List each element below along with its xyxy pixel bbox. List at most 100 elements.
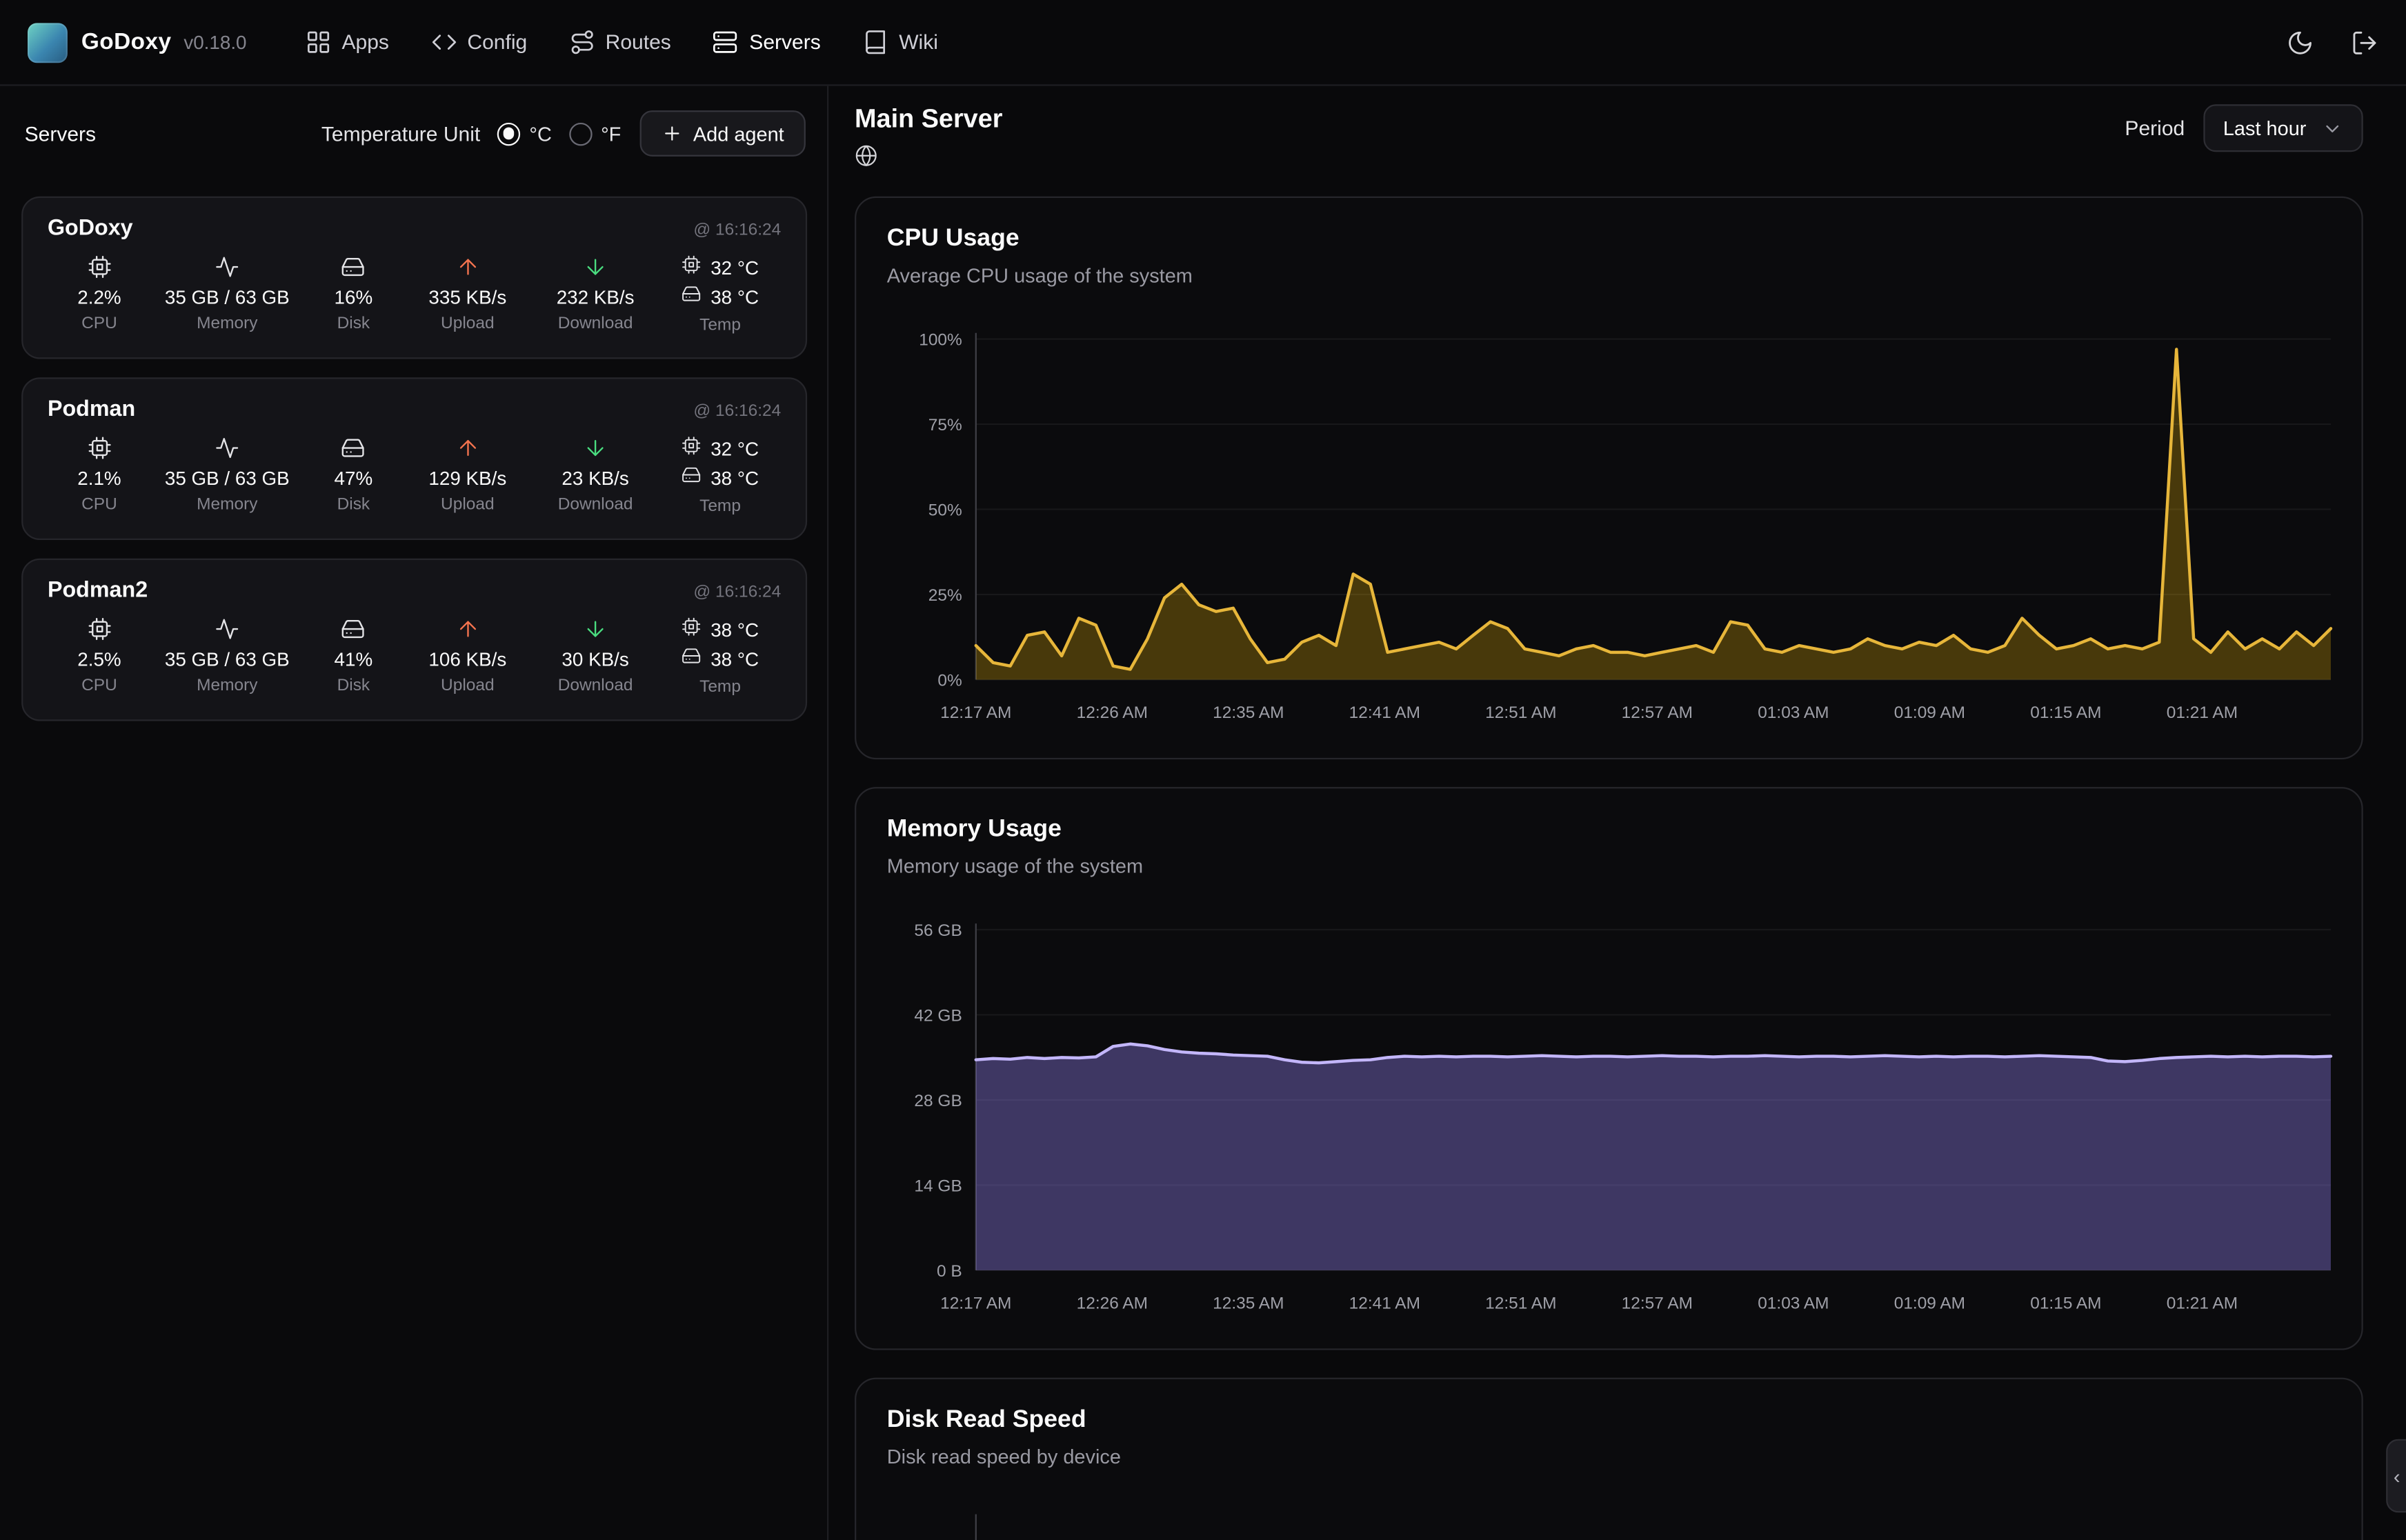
svg-text:56 GB: 56 GB: [914, 921, 962, 940]
period-label: Period: [2125, 117, 2185, 139]
cpu-chip-icon: [87, 254, 112, 281]
logout-icon[interactable]: [2351, 28, 2378, 56]
download-stat: 23 KB/s Download: [531, 436, 659, 514]
disk-value: 16%: [335, 287, 373, 308]
main-content: Main Server Period Last hour CPU Usage A…: [828, 86, 2406, 1540]
nav-label: Wiki: [899, 30, 938, 53]
topbar: GoDoxy v0.18.0 Apps Config Routes Server…: [0, 0, 2406, 86]
arrow-up-icon: [455, 254, 480, 281]
chart-title: CPU Usage: [887, 226, 2331, 253]
memory-stat: 35 GB / 63 GB Memory: [151, 436, 304, 514]
svg-text:01:21 AM: 01:21 AM: [2167, 1294, 2238, 1312]
theme-toggle-moon-icon[interactable]: [2287, 28, 2314, 56]
upload-stat: 106 KB/s Upload: [404, 617, 531, 694]
server-card-godoxy[interactable]: GoDoxy @ 16:16:24 2.2% CPU 35 GB / 63 GB…: [21, 197, 807, 359]
download-value: 30 KB/s: [561, 649, 628, 670]
hard-drive-icon: [682, 646, 702, 672]
svg-text:12:26 AM: 12:26 AM: [1077, 1294, 1148, 1312]
cpu-usage-chart: 0%25%50%75%100%12:17 AM12:26 AM12:35 AM1…: [887, 323, 2331, 739]
server-updated-time: @ 16:16:24: [693, 402, 781, 421]
radio-fahrenheit[interactable]: °F: [568, 122, 621, 145]
svg-text:0%: 0%: [937, 671, 962, 690]
globe-icon[interactable]: [855, 144, 1002, 174]
page-title: Main Server: [855, 104, 1002, 134]
cpu-label: CPU: [81, 314, 117, 333]
activity-icon: [215, 254, 239, 281]
download-label: Download: [558, 314, 633, 333]
memory-value: 35 GB / 63 GB: [165, 649, 290, 670]
celsius-label: °C: [529, 122, 551, 145]
disk-value: 41%: [335, 649, 373, 670]
chart-subtitle: Disk read speed by device: [887, 1445, 2331, 1468]
period-value: Last hour: [2223, 117, 2307, 139]
server-updated-time: @ 16:16:24: [693, 221, 781, 239]
cpu-chip-icon: [682, 617, 702, 643]
upload-stat: 335 KB/s Upload: [404, 254, 531, 332]
nav-item-apps[interactable]: Apps: [305, 29, 389, 55]
temp-label: Temp: [699, 497, 741, 516]
upload-value: 335 KB/s: [428, 287, 506, 308]
disk-stat: 16% Disk: [304, 254, 404, 332]
server-card-podman[interactable]: Podman @ 16:16:24 2.1% CPU 35 GB / 63 GB…: [21, 377, 807, 540]
svg-text:50%: 50%: [928, 501, 962, 519]
add-agent-button[interactable]: Add agent: [639, 110, 806, 157]
disk-label: Disk: [337, 496, 370, 514]
temp-stat: 32 °C 38 °C Temp: [659, 436, 782, 516]
upload-label: Upload: [441, 314, 495, 333]
svg-text:12:41 AM: 12:41 AM: [1349, 703, 1420, 722]
temp-label: Temp: [699, 316, 741, 334]
chevron-down-icon: [2322, 117, 2343, 139]
upload-value: 106 KB/s: [428, 649, 506, 670]
svg-text:01:09 AM: 01:09 AM: [1894, 703, 1965, 722]
brand-name: GoDoxy: [81, 29, 172, 55]
cpu-temp-value: 38 °C: [710, 619, 759, 641]
disk-temp-value: 38 °C: [710, 467, 759, 488]
nav-item-wiki[interactable]: Wiki: [862, 29, 938, 55]
svg-text:12:35 AM: 12:35 AM: [1213, 703, 1284, 722]
chart-subtitle: Average CPU usage of the system: [887, 264, 2331, 287]
panel-collapse-handle[interactable]: ‹: [2386, 1439, 2406, 1513]
cpu-stat: 2.5% CPU: [48, 617, 151, 694]
disk-label: Disk: [337, 314, 370, 333]
svg-text:12:51 AM: 12:51 AM: [1485, 1294, 1556, 1312]
nav-item-config[interactable]: Config: [430, 29, 527, 55]
server-name: Podman: [48, 397, 135, 422]
cpu-stat: 2.2% CPU: [48, 254, 151, 332]
temp-stat: 38 °C 38 °C Temp: [659, 617, 782, 697]
upload-label: Upload: [441, 496, 495, 514]
godoxy-logo: [28, 22, 68, 62]
disk-label: Disk: [337, 677, 370, 695]
nav-item-servers[interactable]: Servers: [713, 29, 821, 55]
radio-celsius[interactable]: °C: [497, 122, 552, 145]
nav-item-routes[interactable]: Routes: [568, 29, 671, 55]
temp-stat: 32 °C 38 °C Temp: [659, 254, 782, 334]
hard-drive-icon: [341, 436, 366, 462]
nav-label: Config: [467, 30, 527, 53]
cpu-chip-icon: [87, 436, 112, 462]
memory-stat: 35 GB / 63 GB Memory: [151, 254, 304, 332]
arrow-down-icon: [583, 254, 608, 281]
download-stat: 232 KB/s Download: [531, 254, 659, 332]
main-nav: Apps Config Routes Servers Wiki: [305, 29, 938, 55]
server-card-list: GoDoxy @ 16:16:24 2.2% CPU 35 GB / 63 GB…: [0, 181, 827, 721]
memory-label: Memory: [197, 496, 257, 514]
cpu-chip-icon: [682, 254, 702, 281]
code-icon: [430, 29, 457, 55]
radio-dot-icon: [497, 122, 520, 145]
chart-subtitle: Memory usage of the system: [887, 854, 2331, 877]
cpu-value: 2.5%: [77, 649, 121, 670]
chart-card-list: CPU Usage Average CPU usage of the syste…: [855, 197, 2363, 1540]
svg-text:28 GB: 28 GB: [914, 1092, 962, 1110]
server-card-podman2[interactable]: Podman2 @ 16:16:24 2.5% CPU 35 GB / 63 G…: [21, 559, 807, 721]
arrow-up-icon: [455, 617, 480, 643]
download-label: Download: [558, 496, 633, 514]
servers-sidebar: Servers Temperature Unit °C °F Add agent: [0, 86, 828, 1540]
svg-text:12:35 AM: 12:35 AM: [1213, 1294, 1284, 1312]
disk-temp-value: 38 °C: [710, 286, 759, 308]
period-select[interactable]: Last hour: [2203, 104, 2363, 152]
svg-text:25%: 25%: [928, 586, 962, 605]
version-label: v0.18.0: [183, 32, 246, 53]
sidebar-header: Servers Temperature Unit °C °F Add agent: [0, 86, 827, 181]
svg-text:75%: 75%: [928, 416, 962, 434]
cpu-temp-value: 32 °C: [710, 257, 759, 279]
